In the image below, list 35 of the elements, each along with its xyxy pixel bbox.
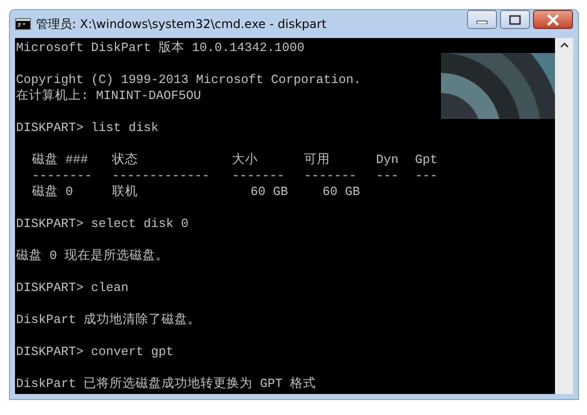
column-header: Gpt	[415, 153, 438, 167]
console-line: Microsoft DiskPart 版本 10.0.14342.1000	[16, 41, 305, 55]
close-icon	[546, 14, 560, 26]
console-line: DiskPart 已将所选磁盘成功地转更换为 GPT 格式	[16, 377, 316, 391]
close-button[interactable]	[533, 10, 573, 29]
column-header: 状态	[112, 153, 138, 167]
table-cell: 60 GB	[250, 185, 288, 199]
scrollbar[interactable]	[555, 38, 573, 394]
column-header: 可用	[304, 153, 330, 167]
console-line: DISKPART> convert gpt	[16, 345, 174, 359]
separator-dashes: ---	[415, 169, 438, 183]
window-title: 管理员: X:\windows\system32\cmd.exe - diskpart	[36, 16, 326, 33]
separator-dashes: -------	[304, 169, 357, 183]
scroll-up-icon[interactable]	[560, 42, 568, 48]
console-icon	[15, 18, 31, 30]
maximize-icon	[509, 14, 521, 24]
console-line: 在计算机上: MININT-DAOF5OU	[16, 89, 202, 103]
console-line: DiskPart 成功地清除了磁盘。	[16, 313, 201, 327]
column-header: Dyn	[376, 153, 399, 167]
separator-dashes: -------	[232, 169, 285, 183]
console-line: Copyright (C) 1999-2013 Microsoft Corporation.	[16, 73, 362, 87]
maximize-button[interactable]	[500, 10, 530, 29]
column-header: 磁盘 ###	[32, 153, 88, 167]
table-cell: 60 GB	[322, 185, 360, 199]
minimize-button[interactable]	[467, 10, 497, 29]
table-cell: 联机	[112, 185, 138, 199]
column-header: 大小	[232, 153, 258, 167]
console-line: DISKPART> list disk	[16, 121, 159, 135]
console-line: DISKPART> clean	[16, 281, 129, 295]
table-cell: 磁盘 0	[32, 185, 74, 199]
console-line: DISKPART> select disk 0	[16, 217, 189, 231]
console-line: 磁盘 0 现在是所选磁盘。	[16, 249, 169, 263]
separator-dashes: --------	[32, 169, 92, 183]
separator-dashes: ---	[376, 169, 399, 183]
separator-dashes: -------------	[112, 169, 210, 183]
